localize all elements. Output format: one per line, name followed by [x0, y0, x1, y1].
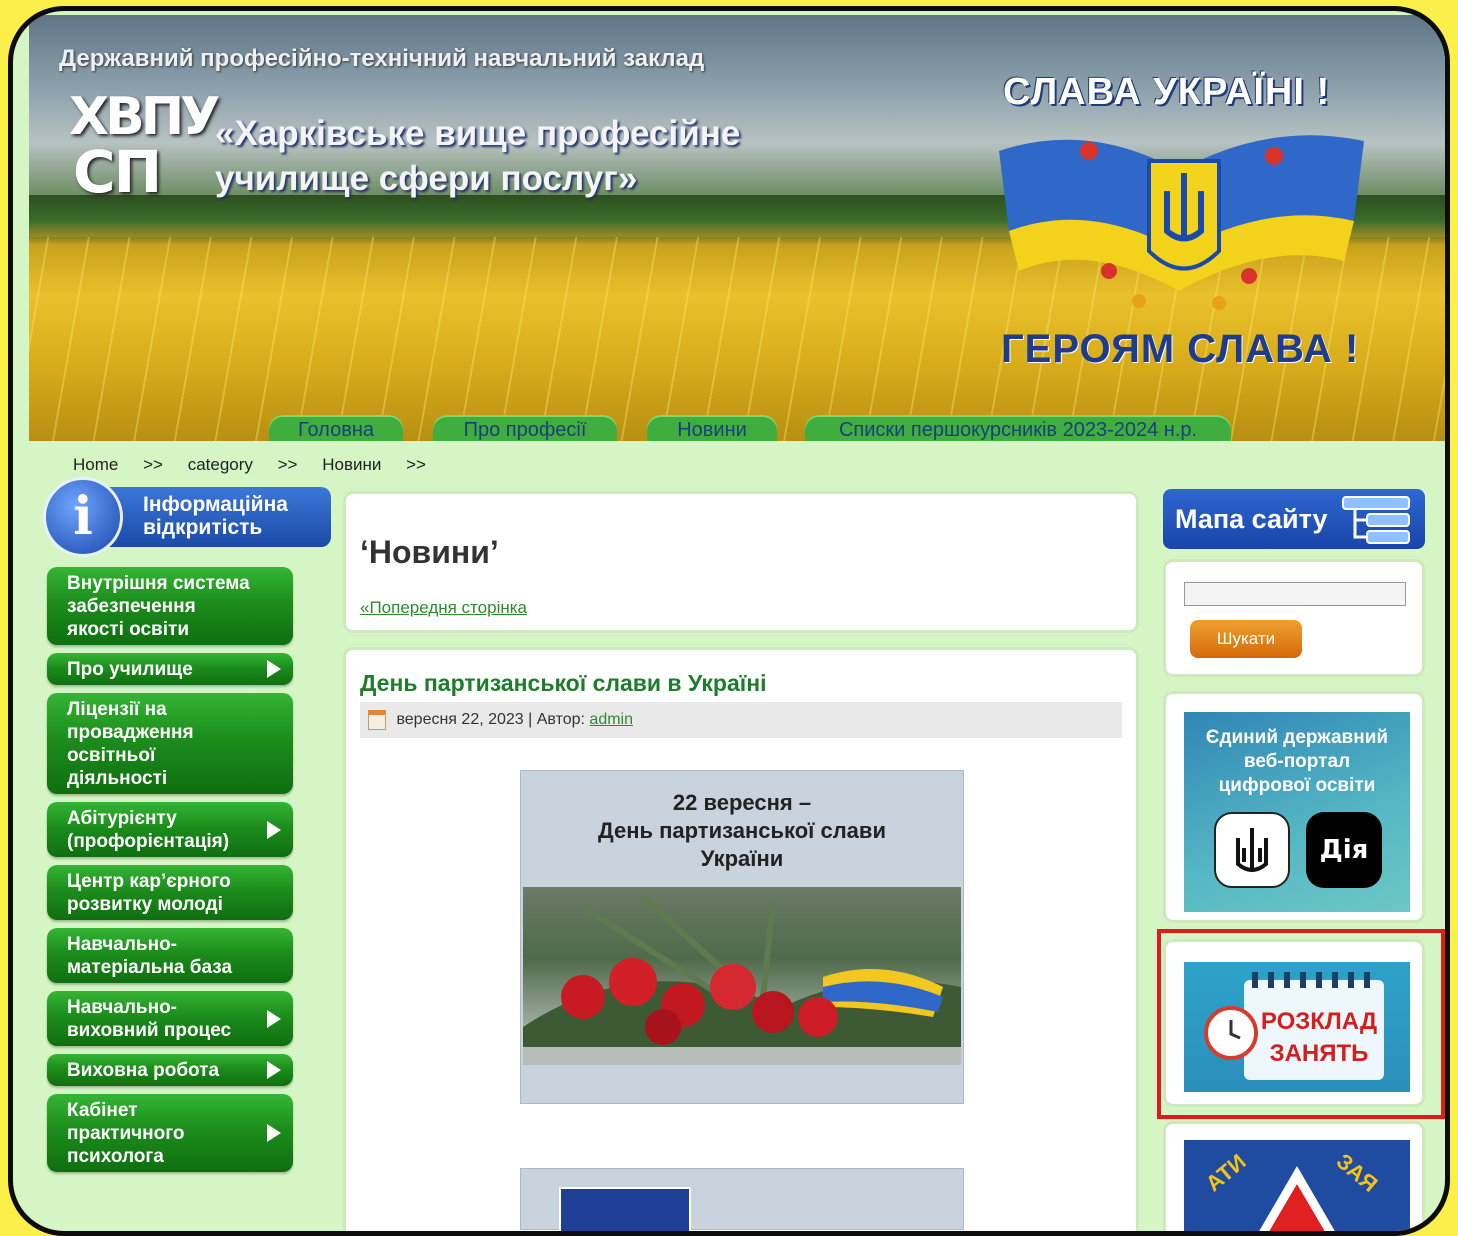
diia-banner-text: Єдиний державний веб-портал цифрової осв…	[1184, 726, 1410, 798]
browser-frame: Державний професійно-технічний навчальни…	[8, 6, 1450, 1236]
menu-item-educational-process[interactable]: Навчально-виховний процес	[47, 991, 293, 1046]
school-logo[interactable]: ХВПУ СП	[69, 87, 220, 206]
breadcrumb-separator: >>	[143, 455, 163, 474]
submenu-arrow-icon	[267, 820, 281, 839]
submenu-arrow-icon	[267, 660, 281, 678]
caption-line1: 22 вересня –	[672, 790, 812, 815]
slogan-slava-ukraini: СЛАВА УКРАЇНІ !	[1003, 71, 1331, 113]
nav-tab-news[interactable]: Новини	[647, 415, 777, 441]
road-safety-banner-image: АТИ ЗАЯ	[1184, 1140, 1410, 1231]
banner-word-left: АТИ	[1200, 1148, 1251, 1197]
post-image[interactable]: 22 вересня – День партизанської слави Ук…	[520, 770, 964, 1104]
menu-item-psychologist[interactable]: Кабінет практичного психолога	[47, 1094, 293, 1172]
logo-line1: ХВПУ	[69, 87, 220, 147]
road-safety-banner[interactable]: АТИ ЗАЯ	[1163, 1121, 1425, 1231]
school-name-line2: училище сфери послуг»	[215, 159, 638, 198]
info-icon: i	[43, 477, 123, 557]
menu-item-label: Про училище	[67, 659, 193, 680]
slogan-geroyam-slava: ГЕРОЯМ СЛАВА !	[1001, 327, 1360, 371]
sitemap-label: Мапа сайту	[1175, 504, 1328, 534]
search-input[interactable]	[1184, 582, 1406, 606]
menu-item-about-school[interactable]: Про училище	[47, 653, 293, 685]
post-date: вересня 22, 2023	[396, 711, 524, 728]
post-image-caption: 22 вересня – День партизанської слави Ук…	[521, 789, 963, 873]
info-openness-badge[interactable]: Інформаційна відкритість i	[43, 477, 333, 557]
post-author-link[interactable]: admin	[589, 711, 633, 728]
diia-education-banner[interactable]: Єдиний державний веб-портал цифрової осв…	[1163, 691, 1425, 923]
highlight-outline	[1157, 929, 1445, 1119]
nav-tab-freshman-lists[interactable]: Списки першокурсників 2023-2024 н.р.	[805, 415, 1231, 441]
diia-line1: Єдиний державний	[1205, 727, 1389, 748]
menu-item-label: Внутрішня система забезпечення якості ос…	[67, 573, 250, 640]
flag-trident-emblem-icon	[999, 135, 1364, 310]
breadcrumb-home[interactable]: Home	[73, 455, 118, 474]
diia-line3: цифрової освіти	[1218, 775, 1376, 796]
menu-item-material-base[interactable]: Навчально-матеріальна база	[47, 928, 293, 983]
menu-item-applicants[interactable]: Абітурієнту (профорієнтація)	[47, 802, 293, 857]
second-post-image-flag-icon	[559, 1187, 691, 1231]
breadcrumb-news[interactable]: Новини	[322, 455, 381, 474]
previous-page-link[interactable]: «Попередня сторінка	[360, 598, 527, 618]
breadcrumb-separator: >>	[406, 455, 426, 474]
nav-tab-home[interactable]: Головна	[269, 415, 403, 441]
submenu-arrow-icon	[267, 1124, 281, 1142]
caption-line3: України	[700, 846, 784, 871]
breadcrumb-category[interactable]: category	[188, 455, 253, 474]
flowers-photo	[523, 887, 961, 1065]
nav-tab-professions[interactable]: Про професії	[433, 415, 617, 441]
menu-item-label: Навчально-матеріальна база	[67, 934, 233, 978]
search-button[interactable]: Шукати	[1190, 620, 1302, 658]
search-widget: Шукати	[1163, 559, 1425, 677]
submenu-arrow-icon	[267, 1061, 281, 1079]
menu-item-quality-system[interactable]: Внутрішня система забезпечення якості ос…	[47, 567, 293, 645]
menu-item-upbringing[interactable]: Виховна робота	[47, 1054, 293, 1086]
category-header-panel: ‘Новини’ «Попередня сторінка	[343, 491, 1139, 633]
post-author-prefix: | Автор:	[528, 711, 585, 728]
diia-banner-image: Єдиний державний веб-портал цифрової осв…	[1184, 712, 1410, 912]
post-panel: День партизанської слави в Україні верес…	[343, 647, 1139, 1231]
diia-line2: веб-портал	[1243, 751, 1351, 772]
sitemap-button[interactable]: Мапа сайту	[1163, 489, 1425, 549]
sitemap-tree-icon	[1342, 496, 1410, 544]
breadcrumb: Home >> category >> Новини >>	[73, 455, 446, 475]
menu-item-label: Кабінет практичного психолога	[67, 1100, 185, 1167]
calendar-icon	[368, 709, 386, 730]
post-title[interactable]: День партизанської слави в Україні	[360, 670, 767, 697]
carnations-icon	[523, 894, 961, 1065]
info-openness-line1: Інформаційна	[143, 493, 288, 516]
menu-item-label: Абітурієнту (профорієнтація)	[67, 808, 230, 852]
trident-tile-icon	[1214, 812, 1290, 888]
header-institution-type: Державний професійно-технічний навчальни…	[59, 45, 705, 72]
school-name: «Харківське вище професійне училище сфер…	[215, 111, 740, 201]
trident-icon	[1236, 828, 1268, 872]
menu-item-career-center[interactable]: Центр кар’єрного розвитку молоді	[47, 865, 293, 920]
page-title: ‘Новини’	[360, 534, 499, 570]
menu-item-label: Ліцензії на провадження освітньої діяльн…	[67, 699, 194, 789]
info-openness-line2: відкритість	[143, 516, 263, 539]
menu-item-licenses[interactable]: Ліцензії на провадження освітньої діяльн…	[47, 693, 293, 794]
diia-logo-icon: Дія	[1306, 812, 1382, 888]
menu-item-label: Центр кар’єрного розвитку молоді	[67, 871, 231, 915]
breadcrumb-separator: >>	[277, 455, 298, 474]
second-post-image[interactable]	[520, 1168, 964, 1231]
submenu-arrow-icon	[267, 1009, 281, 1028]
warning-triangle-inner	[1257, 1184, 1337, 1231]
left-sidebar-menu: Внутрішня система забезпечення якості ос…	[47, 567, 293, 1180]
menu-item-label: Навчально-виховний процес	[67, 997, 232, 1041]
logo-line2: СП	[73, 138, 162, 206]
post-meta: вересня 22, 2023 | Автор: admin	[360, 702, 1122, 738]
menu-item-label: Виховна робота	[67, 1060, 220, 1081]
site-header: Державний професійно-технічний навчальни…	[29, 15, 1445, 441]
school-name-line1: «Харківське вище професійне	[215, 114, 741, 153]
caption-line2: День партизанської слави	[598, 818, 886, 843]
